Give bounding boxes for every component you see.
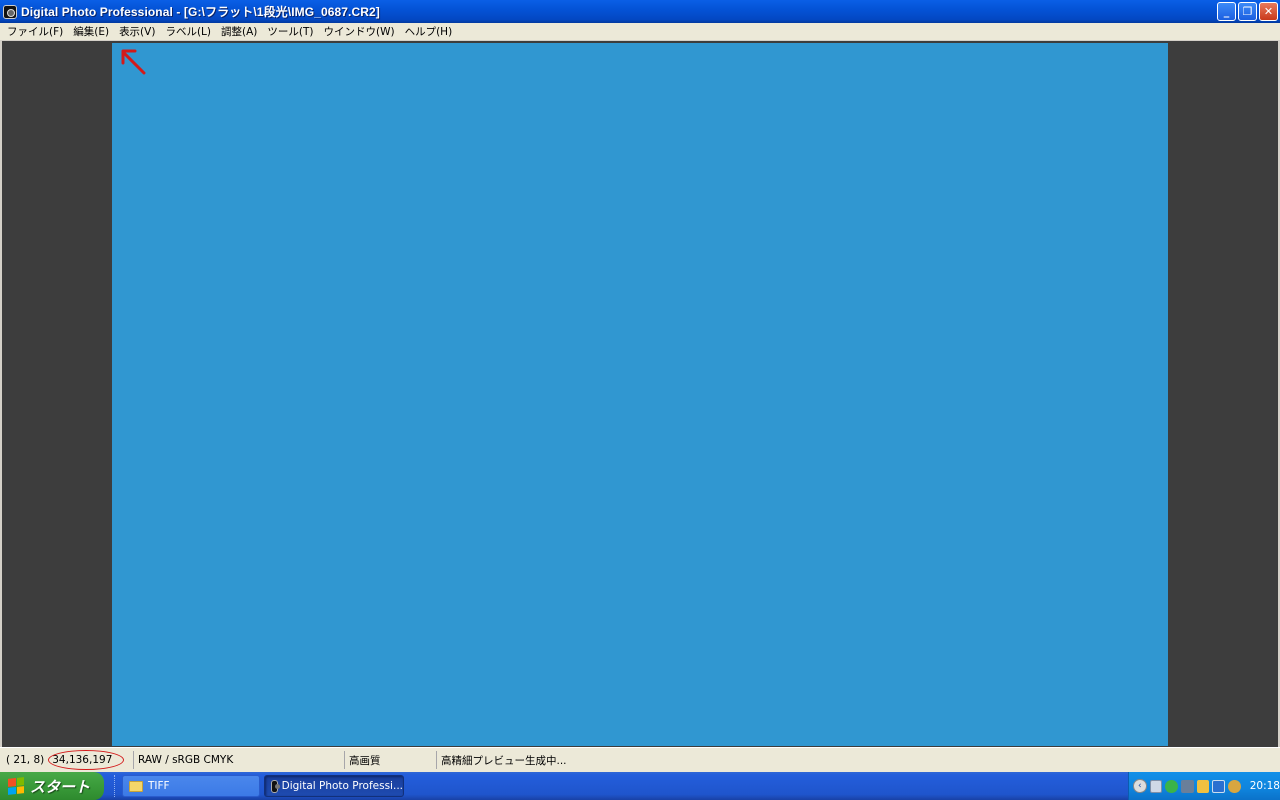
taskbar-item-tiff[interactable]: TIFF: [122, 775, 260, 797]
network-globe-icon[interactable]: [1165, 779, 1179, 793]
menu-help[interactable]: ヘルプ(H): [400, 24, 458, 39]
taskbar-item-dpp[interactable]: Digital Photo Professi...: [264, 775, 404, 797]
volume-icon[interactable]: [1228, 779, 1241, 793]
menu-bar: ファイル(F) 編集(E) 表示(V) ラベル(L) 調整(A) ツール(T) …: [0, 23, 1280, 41]
taskbar: スタート TIFF Digital Photo Professi... ‹ 20…: [0, 772, 1280, 800]
drive-icon[interactable]: [1181, 779, 1194, 793]
status-bar: ( 21, 8) 34,136,197 RAW / sRGB CMYK 高画質 …: [0, 747, 1280, 772]
annotation-arrow-icon: [121, 49, 146, 75]
close-button[interactable]: ✕: [1259, 2, 1278, 21]
computer-icon[interactable]: [1212, 779, 1226, 793]
minimize-button[interactable]: _: [1217, 2, 1236, 21]
windows-logo-icon: [8, 777, 24, 795]
signal-icon[interactable]: [1196, 779, 1210, 793]
restore-button[interactable]: ❐: [1238, 2, 1257, 21]
status-quality: 高画質: [345, 751, 437, 769]
status-color-mode: RAW / sRGB CMYK: [134, 751, 345, 769]
folder-icon: [129, 780, 143, 792]
start-button[interactable]: スタート: [0, 772, 104, 800]
monitor-icon[interactable]: [1149, 779, 1163, 793]
window-controls: _ ❐ ✕: [1217, 2, 1278, 21]
menu-adjust[interactable]: 調整(A): [216, 24, 262, 39]
system-tray: ‹ 20:18: [1128, 772, 1280, 800]
menu-tools[interactable]: ツール(T): [262, 24, 318, 39]
image-preview[interactable]: [112, 43, 1168, 746]
window-title: Digital Photo Professional - [G:\フラット\1段…: [21, 5, 380, 19]
menu-edit[interactable]: 編集(E): [68, 24, 114, 39]
menu-file[interactable]: ファイル(F): [2, 24, 68, 39]
show-hidden-icons-button[interactable]: ‹: [1133, 779, 1147, 793]
menu-view[interactable]: 表示(V): [114, 24, 160, 39]
taskbar-item-label: TIFF: [148, 780, 170, 792]
menu-label[interactable]: ラベル(L): [160, 24, 216, 39]
status-message: 高精細プレビュー生成中...: [441, 754, 567, 767]
cursor-coordinates: ( 21, 8): [6, 754, 45, 766]
menu-window[interactable]: ウインドウ(W): [319, 24, 400, 39]
start-label: スタート: [30, 777, 91, 796]
status-coords-cell: ( 21, 8) 34,136,197: [0, 750, 134, 770]
annotation-oval: [48, 750, 124, 770]
camera-icon: [271, 779, 280, 793]
title-bar[interactable]: Digital Photo Professional - [G:\フラット\1段…: [0, 0, 1280, 23]
taskbar-item-label: Digital Photo Professi...: [281, 780, 403, 792]
clock[interactable]: 20:18: [1250, 780, 1280, 792]
taskbar-separator: [114, 775, 118, 797]
app-camera-icon[interactable]: [3, 4, 17, 19]
